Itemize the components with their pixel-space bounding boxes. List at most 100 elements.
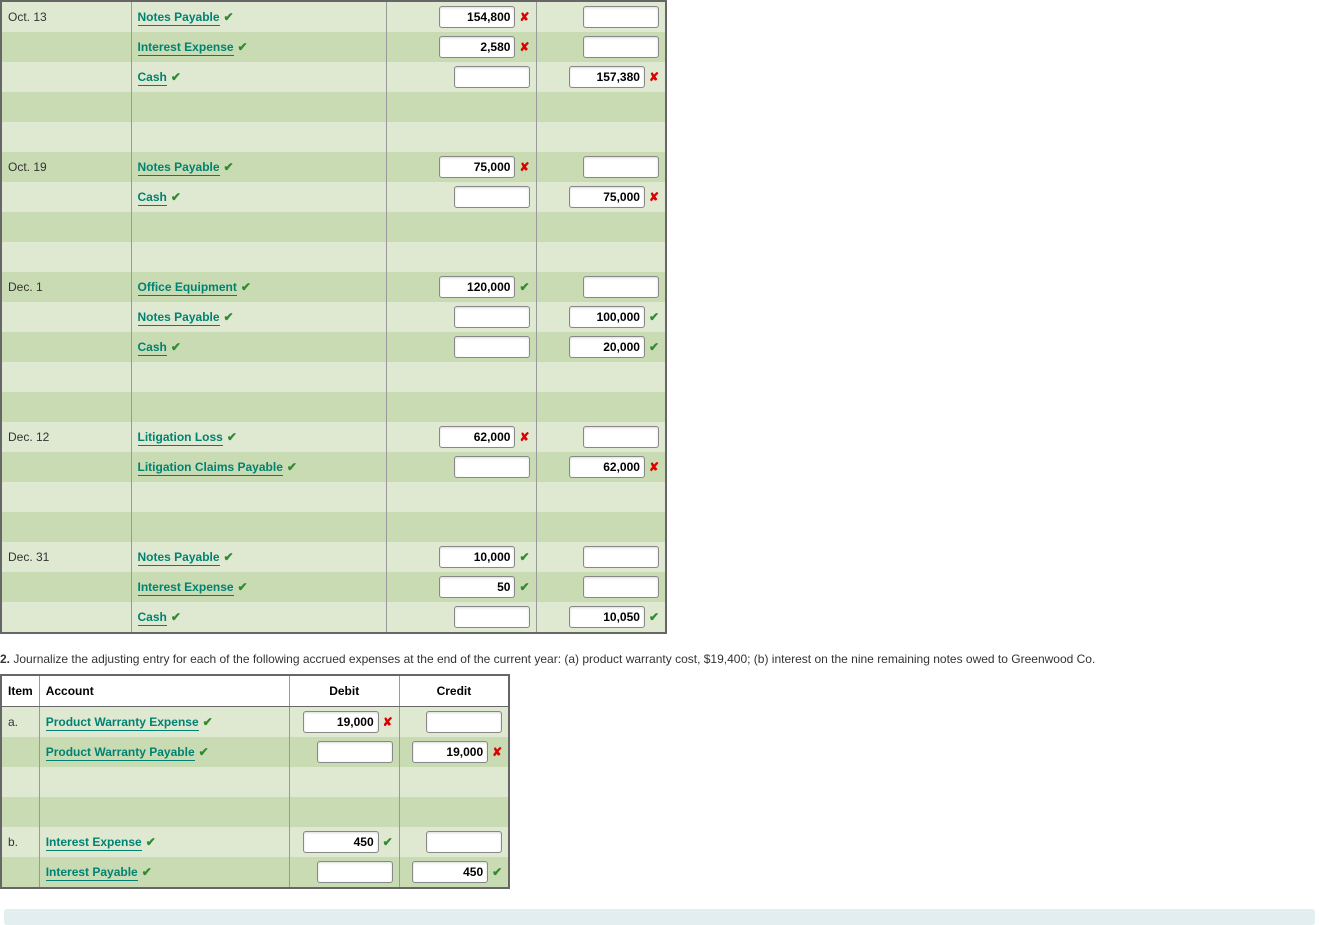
check-icon: ✔: [224, 10, 234, 24]
check-icon: ✔: [146, 835, 156, 849]
debit-input[interactable]: [439, 426, 515, 448]
debit-input[interactable]: [454, 606, 530, 628]
check-icon: ✔: [241, 280, 251, 294]
cross-icon: ✘: [519, 40, 529, 54]
account-link[interactable]: Office Equipment: [138, 280, 237, 296]
account-cell: Interest Expense✔: [131, 572, 386, 602]
account-link[interactable]: Notes Payable: [138, 550, 220, 566]
account-cell: Cash✔: [131, 182, 386, 212]
account-link[interactable]: Notes Payable: [138, 310, 220, 326]
date-cell: [1, 302, 131, 332]
item-cell: b.: [1, 827, 39, 857]
debit-input[interactable]: [303, 711, 379, 733]
debit-cell: ✔: [289, 827, 399, 857]
account-link[interactable]: Interest Expense: [46, 835, 142, 851]
debit-cell: [289, 737, 399, 767]
debit-input[interactable]: [454, 186, 530, 208]
debit-input[interactable]: [454, 456, 530, 478]
account-cell: Notes Payable✔: [131, 542, 386, 572]
table-row: Product Warranty Payable✔✘: [1, 737, 509, 767]
debit-cell: [386, 452, 536, 482]
credit-input[interactable]: [583, 6, 659, 28]
credit-input[interactable]: [569, 336, 645, 358]
check-icon: ✔: [171, 70, 181, 84]
table-row: Dec. 31Notes Payable✔✔: [1, 542, 666, 572]
debit-cell: [386, 182, 536, 212]
account-link[interactable]: Notes Payable: [138, 10, 220, 26]
credit-input[interactable]: [426, 831, 502, 853]
account-link[interactable]: Cash: [138, 610, 167, 626]
credit-input[interactable]: [569, 186, 645, 208]
check-icon: ✔: [649, 340, 659, 354]
account-link[interactable]: Interest Expense: [138, 40, 234, 56]
credit-input[interactable]: [583, 156, 659, 178]
account-link[interactable]: Notes Payable: [138, 160, 220, 176]
item-cell: [1, 737, 39, 767]
credit-input[interactable]: [412, 861, 488, 883]
account-link[interactable]: Interest Expense: [138, 580, 234, 596]
debit-cell: ✘: [386, 32, 536, 62]
debit-input[interactable]: [454, 306, 530, 328]
account-link[interactable]: Cash: [138, 190, 167, 206]
account-cell: Interest Expense✔: [131, 32, 386, 62]
credit-input[interactable]: [583, 276, 659, 298]
spacer-row: [1, 797, 509, 827]
credit-input[interactable]: [569, 456, 645, 478]
account-cell: Litigation Claims Payable✔: [131, 452, 386, 482]
spacer-row: [1, 362, 666, 392]
account-link[interactable]: Interest Payable: [46, 865, 138, 881]
date-cell: [1, 62, 131, 92]
debit-input[interactable]: [439, 546, 515, 568]
table-row: Oct. 19Notes Payable✔✘: [1, 152, 666, 182]
account-cell: Interest Expense ✔: [39, 827, 289, 857]
date-cell: [1, 332, 131, 362]
check-icon: ✔: [199, 745, 209, 759]
debit-input[interactable]: [317, 861, 393, 883]
cross-icon: ✘: [383, 715, 393, 729]
account-link[interactable]: Cash: [138, 70, 167, 86]
credit-input[interactable]: [569, 606, 645, 628]
account-cell: Interest Payable✔: [39, 857, 289, 888]
table-row: Cash✔✔: [1, 332, 666, 362]
debit-input[interactable]: [303, 831, 379, 853]
credit-input[interactable]: [583, 546, 659, 568]
date-cell: [1, 182, 131, 212]
spacer-row: [1, 482, 666, 512]
debit-input[interactable]: [439, 36, 515, 58]
check-icon: ✔: [492, 865, 502, 879]
credit-input[interactable]: [426, 711, 502, 733]
date-cell: Oct. 13: [1, 1, 131, 32]
debit-input[interactable]: [439, 276, 515, 298]
spacer-row: [1, 212, 666, 242]
table-row: Interest Expense✔ ✘: [1, 32, 666, 62]
credit-input[interactable]: [583, 576, 659, 598]
table-row: b. Interest Expense ✔ ✔: [1, 827, 509, 857]
check-icon: ✔: [224, 310, 234, 324]
account-link[interactable]: Product Warranty Expense: [46, 715, 199, 731]
cross-icon: ✘: [519, 10, 529, 24]
credit-input[interactable]: [583, 36, 659, 58]
account-link[interactable]: Litigation Loss: [138, 430, 223, 446]
credit-input[interactable]: [583, 426, 659, 448]
debit-input[interactable]: [439, 576, 515, 598]
table-row: Cash✔✘: [1, 182, 666, 212]
account-link[interactable]: Litigation Claims Payable: [138, 460, 283, 476]
journal-table-1: Oct. 13Notes Payable✔✘Interest Expense✔✘…: [0, 0, 667, 634]
debit-input[interactable]: [439, 156, 515, 178]
credit-cell: [536, 542, 666, 572]
debit-input[interactable]: [454, 336, 530, 358]
table-row: Interest Payable✔ ✔: [1, 857, 509, 888]
credit-input[interactable]: [569, 306, 645, 328]
debit-input[interactable]: [454, 66, 530, 88]
date-cell: [1, 572, 131, 602]
check-icon: ✔: [649, 610, 659, 624]
credit-input[interactable]: [569, 66, 645, 88]
debit-input[interactable]: [439, 6, 515, 28]
credit-input[interactable]: [412, 741, 488, 763]
date-cell: Oct. 19: [1, 152, 131, 182]
account-link[interactable]: Cash: [138, 340, 167, 356]
account-link[interactable]: Product Warranty Payable: [46, 745, 195, 761]
table-row: Oct. 13 Notes Payable ✔ ✘: [1, 1, 666, 32]
debit-cell: ✘: [386, 422, 536, 452]
debit-input[interactable]: [317, 741, 393, 763]
